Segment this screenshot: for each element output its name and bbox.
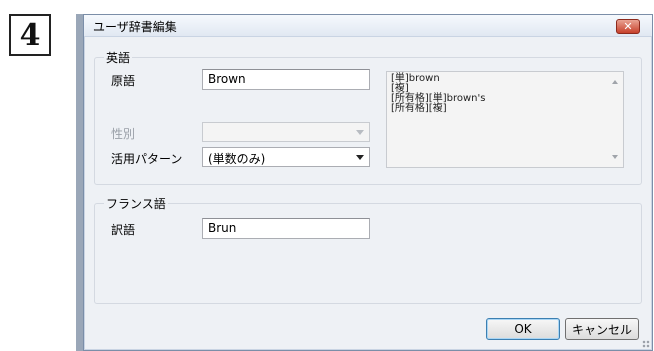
window-shadow	[76, 14, 83, 351]
ok-button[interactable]: OK	[486, 318, 560, 340]
close-button[interactable]: ✕	[616, 19, 640, 34]
inflection-pattern-value: (単数のみ)	[208, 152, 266, 166]
translation-field[interactable]: Brun	[202, 218, 370, 239]
user-dictionary-edit-dialog: ユーザ辞書編集 ✕ 英語 原語 Brown 性別 活用パターン (単数のみ) […	[83, 14, 653, 351]
inflection-list[interactable]: [単]brown [複] [所有格][単]brown's [所有格][複]	[386, 71, 624, 168]
chevron-down-icon	[356, 130, 364, 135]
french-group-legend: フランス語	[104, 195, 168, 212]
inflection-item: [所有格][複]	[391, 103, 447, 114]
inflection-pattern-select[interactable]: (単数のみ)	[202, 147, 370, 167]
chevron-down-icon	[356, 155, 364, 160]
scroll-up-icon[interactable]	[612, 80, 618, 84]
window-title: ユーザ辞書編集	[93, 20, 177, 34]
translation-label: 訳語	[111, 223, 136, 237]
gender-select	[202, 122, 370, 142]
gender-label: 性別	[111, 127, 136, 141]
title-bar[interactable]: ユーザ辞書編集 ✕	[84, 15, 652, 37]
resize-grip-icon[interactable]	[642, 340, 650, 348]
scroll-down-icon[interactable]	[612, 155, 618, 159]
cancel-button[interactable]: キャンセル	[565, 318, 639, 340]
inflection-lines: [単]brown [複] [所有格][単]brown's [所有格][複]	[391, 74, 485, 114]
close-icon: ✕	[623, 20, 633, 33]
english-group-legend: 英語	[104, 49, 133, 66]
inflection-pattern-label: 活用パターン	[111, 152, 183, 166]
source-word-label: 原語	[111, 74, 136, 88]
source-word-field[interactable]: Brown	[202, 69, 370, 90]
step-number-badge: 4	[9, 14, 51, 56]
